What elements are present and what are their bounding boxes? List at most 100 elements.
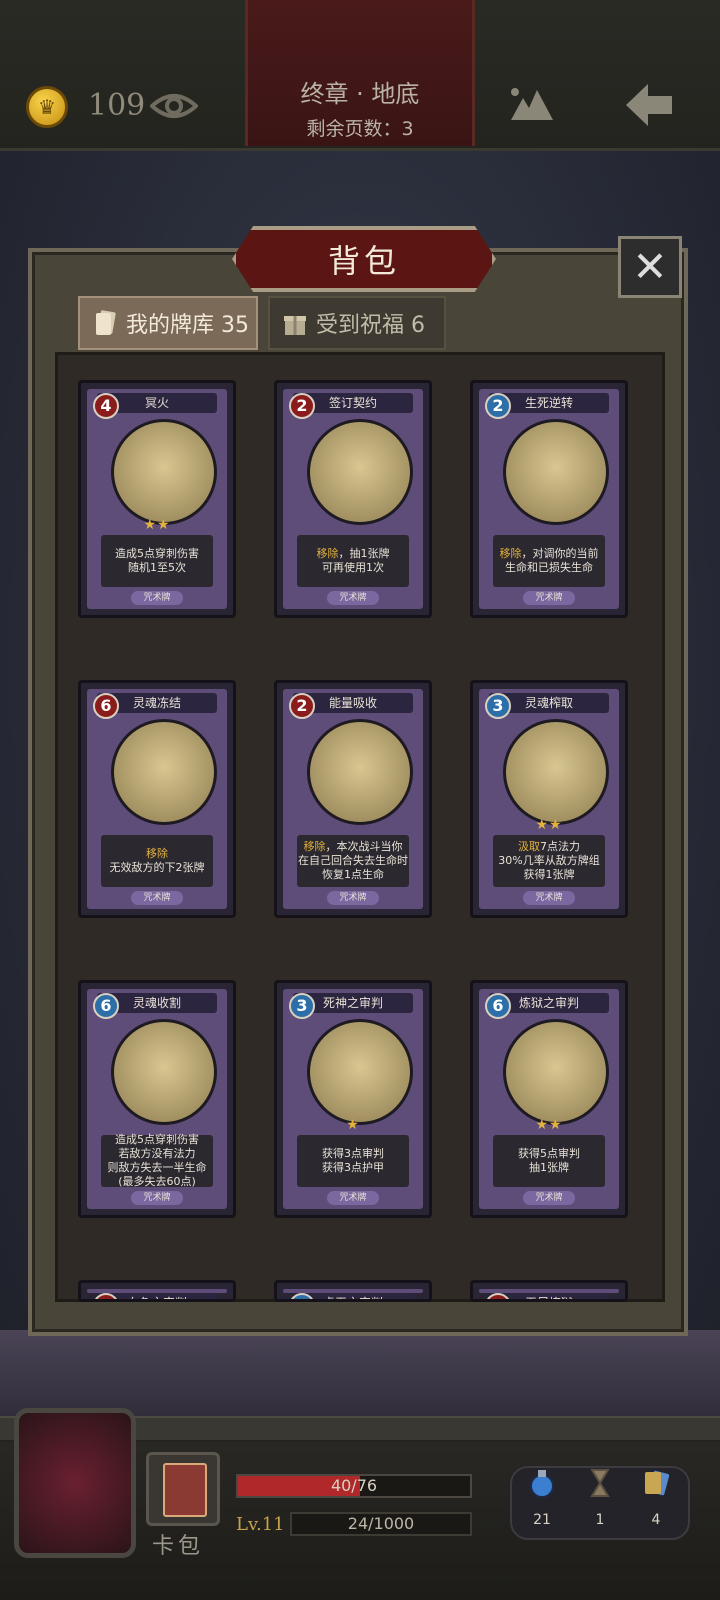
card-body: 灵魂收割 6 造成5点穿刺伤害 若敌方没有法力 则敌方失去一半生命 (最多失去60点) 咒术… (87, 989, 227, 1209)
coin-count: 109 (88, 88, 146, 123)
chapter-title: 终章 · 地底 (300, 80, 420, 108)
card-body: 血色之审判4 (87, 1289, 227, 1299)
back-arrow-icon[interactable] (622, 80, 676, 130)
card-description-line: 造成5点穿刺伤害 (115, 1133, 199, 1146)
card-deck-icon (96, 310, 116, 335)
card-description-line: (最多失去60点) (118, 1175, 196, 1188)
card-description-line: 移除，本次战斗当你 (303, 840, 403, 853)
card-body: 签订契约 2 移除，抽1张牌 可再使用1次 咒术牌 (283, 389, 423, 609)
spell-card[interactable]: 炼狱之审判 6 ★★ 获得5点审判 抽1张牌 咒术牌 (470, 980, 628, 1218)
card-art-image (111, 419, 217, 525)
card-description-line: 无效敌方的下2张牌 (109, 861, 205, 874)
spell-card[interactable]: 无尽炼狱2 (470, 1280, 628, 1302)
hp-bar: 40/76 (236, 1474, 472, 1498)
card-description-line: 随机1至5次 (128, 561, 186, 574)
eye-icon[interactable] (150, 86, 198, 126)
spell-card[interactable]: 签订契约 2 移除，抽1张牌 可再使用1次 咒术牌 (274, 380, 432, 618)
cards-icon (645, 1470, 670, 1496)
card-description-line: 可再使用1次 (322, 561, 384, 574)
card-type-tag: 咒术牌 (131, 891, 183, 905)
card-cost: 2 (485, 393, 511, 419)
hp-text: 40/76 (330, 1476, 378, 1495)
card-type-tag: 咒术牌 (327, 891, 379, 905)
level-label: Lv.11 (236, 1514, 285, 1535)
tab-blessings-label: 受到祝福 6 (316, 313, 425, 338)
card-cost: 6 (93, 993, 119, 1019)
potion-resource[interactable]: 21 (522, 1468, 562, 1528)
card-description-line: 在自己回合失去生命时 (298, 854, 408, 867)
xp-bar: 24/1000 (290, 1512, 472, 1536)
card-cost: 6 (93, 693, 119, 719)
top-bar: ♛ 109 终章 · 地底 剩余页数：3 (0, 0, 720, 151)
card-description: 移除，本次战斗当你 在自己回合失去生命时 恢复1点生命 (297, 835, 409, 887)
card-body: 死神之审判 3 ★ 获得3点审判 获得3点护甲 咒术牌 (283, 989, 423, 1209)
card-body: 冥火 4 ★★ 造成5点穿刺伤害 随机1至5次 咒术牌 (87, 389, 227, 609)
card-description-line: 若敌方没有法力 (118, 1147, 196, 1160)
tab-blessings[interactable]: 受到祝福 6 (268, 296, 446, 350)
card-body: 灵魂冻结 6 移除 无效敌方的下2张牌 咒术牌 (87, 689, 227, 909)
card-art-image (307, 719, 413, 825)
card-type-tag: 咒术牌 (131, 1191, 183, 1205)
panel-title-plaque: 背包 (232, 226, 496, 292)
spell-card[interactable]: 灵魂冻结 6 移除 无效敌方的下2张牌 咒术牌 (78, 680, 236, 918)
card-stars: ★★ (143, 517, 171, 533)
card-description-line: 移除，对调你的当前 (499, 547, 599, 560)
card-description: 获得5点审判 抽1张牌 (493, 1135, 605, 1187)
spell-card[interactable]: 能量吸收 2 移除，本次战斗当你 在自己回合失去生命时 恢复1点生命 咒术牌 (274, 680, 432, 918)
spell-card[interactable]: 冥火 4 ★★ 造成5点穿刺伤害 随机1至5次 咒术牌 (78, 380, 236, 618)
spell-card[interactable]: 死神之审判 3 ★ 获得3点审判 获得3点护甲 咒术牌 (274, 980, 432, 1218)
card-body: 灵魂榨取 3 ★★ 汲取7点法力 30%几率从敌方牌组 获得1张牌 咒术牌 (479, 689, 619, 909)
spell-card[interactable]: 生死逆转 2 移除，对调你的当前 生命和已损失生命 咒术牌 (470, 380, 628, 618)
potion-icon (530, 1470, 554, 1498)
card-description: 移除，对调你的当前 生命和已损失生命 (493, 535, 605, 587)
card-cost: 2 (289, 393, 315, 419)
panel-title: 背包 (327, 242, 400, 280)
card-cost: 4 (93, 393, 119, 419)
close-button[interactable]: ✕ (618, 236, 682, 298)
hero-portrait[interactable] (14, 1408, 136, 1558)
card-description-line: 生命和已损失生命 (505, 561, 593, 574)
card-description: 造成5点穿刺伤害 随机1至5次 (101, 535, 213, 587)
card-description-line: 移除，抽1张牌 (316, 547, 390, 560)
potion-count: 21 (533, 1512, 551, 1528)
card-art-image (111, 719, 217, 825)
card-type-tag: 咒术牌 (523, 1191, 575, 1205)
card-description-line: 获得5点审判 (518, 1147, 580, 1160)
card-type-tag: 咒术牌 (327, 591, 379, 605)
card-art-image (503, 1019, 609, 1125)
spell-card[interactable]: 血色之审判4 (78, 1280, 236, 1302)
pages-left: 剩余页数：3 (306, 118, 414, 140)
card-body: 能量吸收 2 移除，本次战斗当你 在自己回合失去生命时 恢复1点生命 咒术牌 (283, 689, 423, 909)
hourglass-count: 1 (595, 1512, 605, 1528)
card-description-line: 恢复1点生命 (322, 868, 384, 881)
card-description-line: 造成5点穿刺伤害 (115, 547, 199, 560)
card-body: 无尽炼狱2 (479, 1289, 619, 1299)
card-cost: 3 (289, 993, 315, 1019)
card-cost: 3 (485, 693, 511, 719)
coin-icon: ♛ (26, 86, 68, 128)
xp-text: 24/1000 (347, 1514, 415, 1533)
cards-resource[interactable]: 4 (636, 1468, 676, 1528)
spell-card[interactable]: 虚无之审判4 (274, 1280, 432, 1302)
card-pack-button[interactable] (146, 1452, 220, 1526)
card-type-tag: 咒术牌 (523, 591, 575, 605)
card-description: 移除 无效敌方的下2张牌 (101, 835, 213, 887)
card-pack-label: 卡包 (152, 1534, 205, 1559)
card-type-tag: 咒术牌 (523, 891, 575, 905)
card-description: 移除，抽1张牌 可再使用1次 (297, 535, 409, 587)
card-description-line: 抽1张牌 (529, 1161, 569, 1174)
card-art-image (307, 419, 413, 525)
card-description-line: 30%几率从敌方牌组 (498, 854, 600, 867)
spell-card[interactable]: 灵魂榨取 3 ★★ 汲取7点法力 30%几率从敌方牌组 获得1张牌 咒术牌 (470, 680, 628, 918)
card-description: 获得3点审判 获得3点护甲 (297, 1135, 409, 1187)
spell-card[interactable]: 灵魂收割 6 造成5点穿刺伤害 若敌方没有法力 则敌方失去一半生命 (最多失去60点) 咒术… (78, 980, 236, 1218)
map-icon[interactable] (507, 80, 557, 130)
card-type-tag: 咒术牌 (327, 1191, 379, 1205)
card-body: 虚无之审判4 (283, 1289, 423, 1299)
card-description: 汲取7点法力 30%几率从敌方牌组 获得1张牌 (493, 835, 605, 887)
hourglass-resource[interactable]: 1 (580, 1468, 620, 1528)
card-stars: ★ (346, 1117, 360, 1133)
gift-icon (284, 316, 306, 335)
card-art-image (503, 419, 609, 525)
tab-my-deck[interactable]: 我的牌库 35 (78, 296, 258, 350)
